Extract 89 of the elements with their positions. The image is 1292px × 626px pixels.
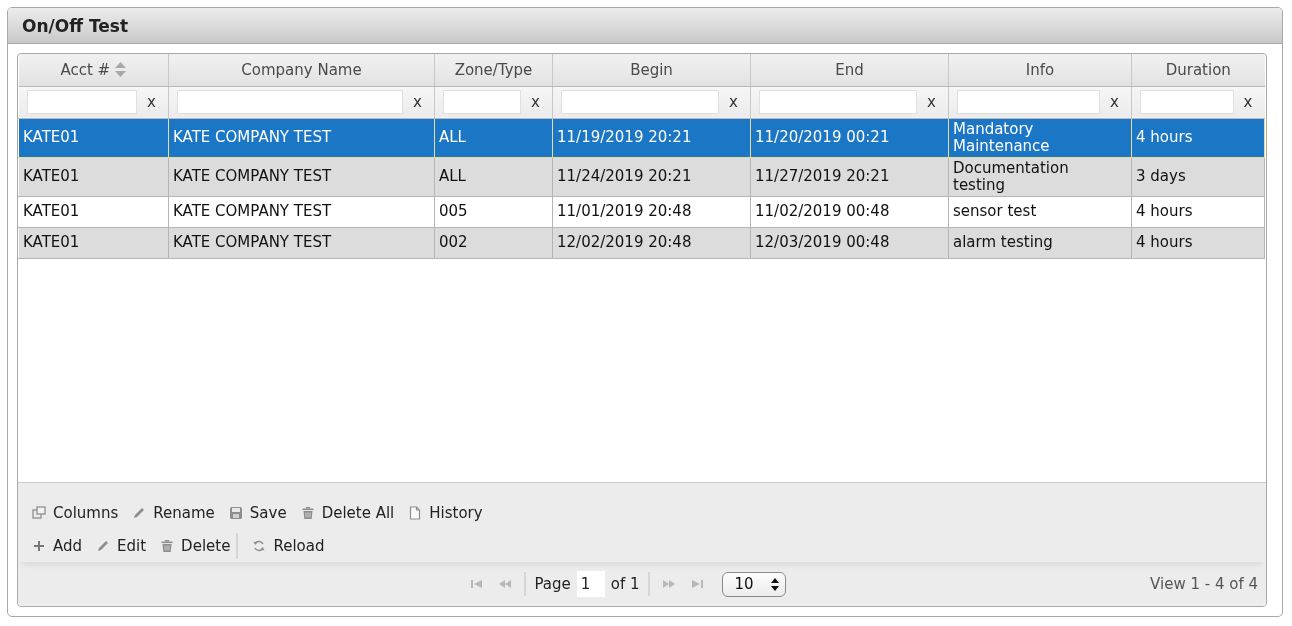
table-cell: 4 hours — [1131, 227, 1265, 258]
columns-button[interactable]: Columns — [30, 503, 121, 522]
table-cell: 11/27/2019 20:21 — [750, 157, 949, 196]
page-number-field[interactable]: 1 — [576, 571, 605, 597]
column-header[interactable]: Duration — [1131, 54, 1265, 86]
windows-icon — [32, 505, 46, 520]
save-button[interactable]: Save — [226, 503, 289, 522]
column-header[interactable]: Acct # — [18, 54, 169, 86]
panel-title: On/Off Test — [22, 15, 129, 36]
table-cell: 11/20/2019 00:21 — [750, 118, 949, 157]
plus-icon — [32, 538, 46, 553]
pencil-icon — [96, 538, 111, 553]
table-cell: KATE01 — [18, 118, 169, 157]
pencil-icon — [132, 505, 147, 520]
record-count-label: View 1 - 4 of 4 — [1150, 575, 1258, 593]
first-page-icon — [470, 579, 485, 589]
page-size-select[interactable]: 10 — [721, 571, 786, 597]
table-cell: KATE01 — [18, 196, 169, 227]
table-cell: alarm testing — [948, 227, 1132, 258]
rename-button[interactable]: Rename — [130, 503, 217, 522]
clear-filter-button[interactable]: x — [1239, 93, 1257, 111]
table-cell: KATE01 — [18, 227, 169, 258]
filter-field[interactable] — [26, 90, 138, 114]
clear-filter-button[interactable]: x — [409, 93, 426, 111]
column-header-label: Info — [1025, 60, 1055, 79]
document-icon — [408, 505, 423, 520]
table-cell: 11/01/2019 20:48 — [552, 196, 751, 227]
previous-page-icon — [498, 579, 513, 589]
next-page-icon — [661, 579, 676, 589]
column-header[interactable]: Info — [948, 54, 1132, 86]
table-cell: KATE COMPANY TEST — [168, 227, 435, 258]
table-cell: ALL — [434, 157, 553, 196]
filter-field[interactable] — [443, 90, 522, 114]
filter-field[interactable] — [1140, 90, 1234, 114]
column-header[interactable]: Zone/Type — [434, 54, 553, 86]
table-cell: ALL — [434, 118, 553, 157]
table-cell: KATE COMPANY TEST — [168, 157, 435, 196]
table-cell: 12/03/2019 00:48 — [750, 227, 949, 258]
table-cell: 11/02/2019 00:48 — [750, 196, 949, 227]
table-row[interactable]: KATE01 KATE COMPANY TEST 002 12/02/2019 20:48 12/03/2019 00:48 alarm testing 4 hours — [18, 227, 1265, 258]
page-label: Page — [534, 575, 571, 593]
table-cell: 3 days — [1131, 157, 1265, 196]
column-header[interactable]: Begin — [552, 54, 751, 86]
history-button[interactable]: History — [406, 503, 485, 522]
table-cell: KATE COMPANY TEST — [168, 196, 435, 227]
table-row[interactable]: KATE01 KATE COMPANY TEST ALL 11/19/2019 20:21 11/20/2019 00:21 Mandatory Maintenance 4 hours — [18, 118, 1265, 157]
table-cell: 005 — [434, 196, 553, 227]
column-header-label: Begin — [630, 60, 673, 79]
table-cell: KATE COMPANY TEST — [168, 118, 435, 157]
delete-button[interactable]: Delete — [158, 536, 233, 555]
clear-filter-button[interactable]: x — [923, 93, 940, 111]
add-button[interactable]: Add — [30, 536, 85, 555]
table-cell: sensor test — [948, 196, 1132, 227]
up-down-caret-icon — [770, 577, 779, 591]
table-cell: 12/02/2019 20:48 — [552, 227, 751, 258]
column-header-label: Zone/Type — [454, 60, 533, 79]
page-count-label: of 1 — [610, 575, 640, 593]
column-header-label: End — [835, 60, 864, 79]
filter-field[interactable] — [177, 90, 404, 114]
sort-icon[interactable] — [115, 62, 127, 78]
table-cell: Mandatory Maintenance — [948, 118, 1132, 157]
table-cell: 002 — [434, 227, 553, 258]
filter-field[interactable] — [957, 90, 1101, 114]
column-header-label: Company Name — [241, 60, 362, 79]
filter-field[interactable] — [561, 90, 720, 114]
clear-filter-button[interactable]: x — [527, 93, 544, 111]
column-header[interactable]: Company Name — [168, 54, 435, 86]
clear-filter-button[interactable]: x — [1106, 93, 1123, 111]
table-cell: KATE01 — [18, 157, 169, 196]
clear-filter-button[interactable]: x — [725, 93, 742, 111]
delete-all-button[interactable]: Delete All — [298, 503, 397, 522]
table-cell: Documentation testing — [948, 157, 1132, 196]
reload-button[interactable]: Reload — [250, 536, 327, 555]
table-row[interactable]: KATE01 KATE COMPANY TEST ALL 11/24/2019 20:21 11/27/2019 20:21 Documentation testing 3 days — [18, 157, 1265, 196]
trash-icon — [160, 538, 175, 553]
column-header[interactable]: End — [750, 54, 949, 86]
table-cell: 4 hours — [1131, 196, 1265, 227]
filter-field[interactable] — [759, 90, 918, 114]
reload-icon — [252, 538, 267, 553]
column-header-label: Acct # — [60, 60, 111, 79]
table-cell: 11/19/2019 20:21 — [552, 118, 751, 157]
table-cell: 11/24/2019 20:21 — [552, 157, 751, 196]
column-header-label: Duration — [1165, 60, 1231, 79]
last-page-icon — [689, 579, 704, 589]
table-cell: 4 hours — [1131, 118, 1265, 157]
edit-button[interactable]: Edit — [94, 536, 149, 555]
clear-filter-button[interactable]: x — [143, 93, 160, 111]
table-row[interactable]: KATE01 KATE COMPANY TEST 005 11/01/2019 20:48 11/02/2019 00:48 sensor test 4 hours — [18, 196, 1265, 227]
trash-icon — [300, 505, 315, 520]
